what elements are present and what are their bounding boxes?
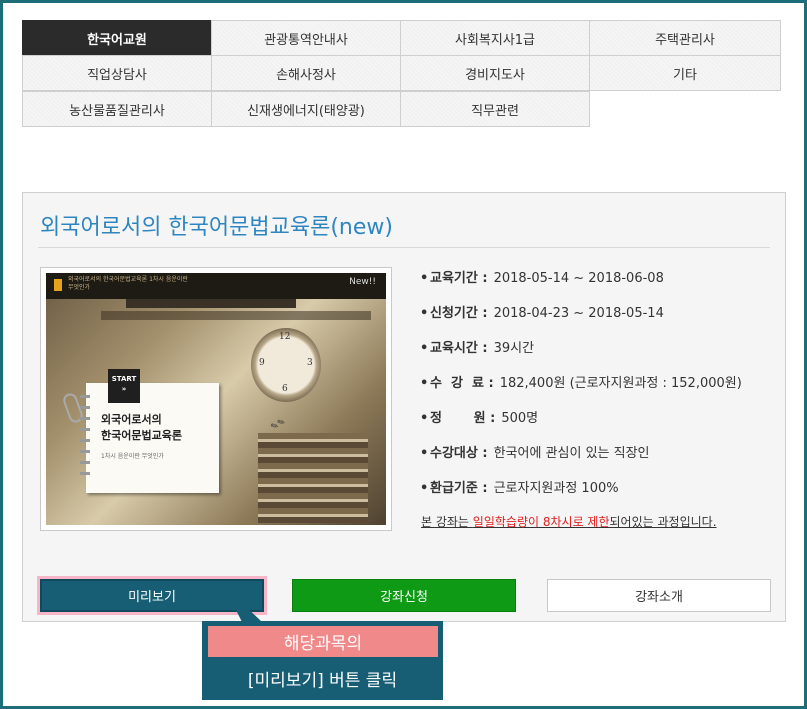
tab-social-worker[interactable]: 사회복지사1급 <box>400 20 590 56</box>
info-label: 수강대상 : <box>430 446 488 461</box>
thumbnail-title-line2: 한국어문법교육론 <box>101 429 182 442</box>
thumbnail-title-line1: 외국어로서의 <box>101 413 162 426</box>
course-intro-button[interactable]: 강좌소개 <box>547 579 771 612</box>
info-label: 신청기간 : <box>430 306 488 321</box>
info-value: 2018-05-14 ~ 2018-06-08 <box>493 271 664 286</box>
category-row-2: 직업상담사 손해사정사 경비지도사 기타 <box>22 55 783 92</box>
start-badge: START » <box>108 369 140 403</box>
info-row: • 정 원 :500명 <box>420 411 539 426</box>
tab-job-related[interactable]: 직무관련 <box>400 91 590 127</box>
thumbnail-image: 외국어로서의 한국어문법교육론 1차시 음운이란 무엇인가 New!! 12 9… <box>46 273 386 525</box>
course-info-list: • 교육기간 :2018-05-14 ~ 2018-06-08 • 신청기간 :20… <box>420 271 780 516</box>
category-row-1: 한국어교원 관광통역안내사 사회복지사1급 주택관리사 <box>22 20 783 56</box>
notice-highlight: 일일학습량이 8차시로 제한 <box>472 515 610 529</box>
instruction-callout: 해당과목의 [미리보기] 버튼 클릭 <box>202 621 443 700</box>
info-row: • 교육시간 :39시간 <box>420 341 535 356</box>
tab-renewable-energy[interactable]: 신재생에너지(태양광) <box>211 91 401 127</box>
info-value: 한국어에 관심이 있는 직장인 <box>493 446 650 461</box>
tab-housing-manager[interactable]: 주택관리사 <box>589 20 781 56</box>
course-thumbnail: 외국어로서의 한국어문법교육론 1차시 음운이란 무엇인가 New!! 12 9… <box>40 267 392 531</box>
thumbnail-brand: 외국어로서의 한국어문법교육론 1차시 음운이란 무엇인가 <box>68 276 188 291</box>
info-row: • 환급기준 : 근로자지원과정 100% <box>420 481 619 496</box>
thumbnail-subtitle: 1차시 음운이란 무엇인가 <box>101 453 164 460</box>
info-label: 환급기준 : <box>430 481 488 496</box>
info-label: 수 강 료 : <box>430 376 494 391</box>
tab-korean-teacher[interactable]: 한국어교원 <box>22 20 212 56</box>
start-arrow-icon: » <box>121 385 127 393</box>
info-value: 500명 <box>501 411 539 426</box>
tab-other[interactable]: 기타 <box>589 55 781 91</box>
category-row-3: 농산물품질관리사 신재생에너지(태양광) 직무관련 <box>22 91 783 128</box>
thumbnail-header: 외국어로서의 한국어문법교육론 1차시 음운이란 무엇인가 New!! <box>46 273 386 299</box>
info-row: • 수강대상 : 한국어에 관심이 있는 직장인 <box>420 446 650 461</box>
info-value: 39시간 <box>493 341 535 356</box>
logo-icon <box>54 279 62 291</box>
info-row: • 신청기간 :2018-04-23 ~ 2018-05-14 <box>420 306 664 321</box>
new-badge: New!! <box>349 277 376 287</box>
start-label: START <box>111 375 137 383</box>
tab-tour-guide[interactable]: 관광통역안내사 <box>211 20 401 56</box>
notebook-card: START » 외국어로서의 한국어문법교육론 1차시 음운이란 무엇인가 <box>80 369 219 493</box>
notice-before: 본 강좌는 <box>421 515 473 529</box>
callout-line2: [미리보기] 버튼 클릭 <box>247 670 398 691</box>
info-value: 2018-04-23 ~ 2018-05-14 <box>493 306 664 321</box>
title-divider <box>38 247 770 248</box>
books-icon <box>258 433 368 523</box>
info-label: 정 원 : <box>430 411 496 426</box>
info-row: • 교육기간 :2018-05-14 ~ 2018-06-08 <box>420 271 664 286</box>
callout-line1: 해당과목의 <box>208 626 438 657</box>
callout-pointer <box>224 586 262 622</box>
info-value: 근로자지원과정 100% <box>493 481 619 496</box>
ring-binding-icon <box>80 393 90 483</box>
info-label: 교육기간 : <box>430 271 488 286</box>
course-panel: 외국어로서의 한국어문법교육론(new) 외국어로서의 한국어문법교육론 1차시… <box>22 192 786 622</box>
tab-security-instructor[interactable]: 경비지도사 <box>400 55 590 91</box>
thumbnail-menu-bar <box>101 311 371 320</box>
tab-loss-adjuster[interactable]: 손해사정사 <box>211 55 401 91</box>
apply-button[interactable]: 강좌신청 <box>292 579 516 612</box>
clock-icon: 12 9 3 6 <box>251 328 321 402</box>
daily-limit-notice: 본 강좌는 일일학습량이 8차시로 제한되어있는 과정입니다. <box>421 513 717 530</box>
info-row: • 수 강 료 :182,400원 (근로자지원과정 : 152,000원) <box>420 376 742 391</box>
category-tabs: 한국어교원 관광통역안내사 사회복지사1급 주택관리사 직업상담사 손해사정사 … <box>22 20 783 128</box>
info-value: 182,400원 (근로자지원과정 : 152,000원) <box>499 376 742 391</box>
thumbnail-nav <box>126 299 296 308</box>
course-title: 외국어로서의 한국어문법교육론(new) <box>40 215 393 240</box>
tab-career-counselor[interactable]: 직업상담사 <box>22 55 212 91</box>
notice-after: 되어있는 과정입니다. <box>609 515 717 529</box>
tab-agri-quality[interactable]: 농산물품질관리사 <box>22 91 212 127</box>
info-label: 교육시간 : <box>430 341 488 356</box>
